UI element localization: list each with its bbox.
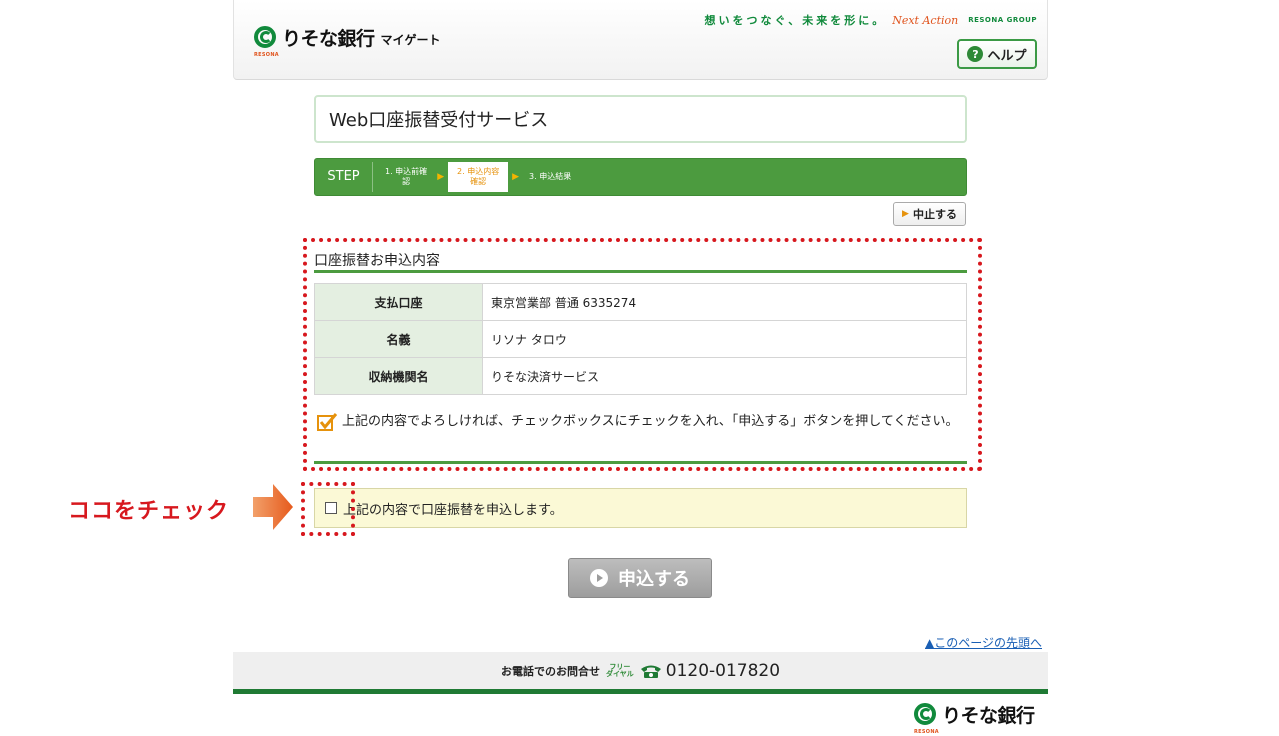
resona-logo-icon: RESONA (254, 25, 279, 58)
phone-number[interactable]: 0120-017820 (666, 661, 780, 681)
header-slogan: 想いをつなぐ、未来を形に。 Next Action RESONA GROUP (705, 12, 1037, 28)
table-row: 収納機関名 りそな決済サービス (314, 357, 967, 395)
row-label: 名義 (314, 320, 483, 358)
note-text: 上記の内容でよろしければ、チェックボックスにチェックを入れ、「申込する」ボタンを… (342, 414, 959, 429)
step-1: 1. 申込前確認 (385, 167, 428, 186)
submit-label: 申込する (618, 569, 690, 590)
step-indicator: STEP 1. 申込前確認 ▶ 2. 申込内容 確認 ▶ 3. 申込結果 (314, 158, 967, 196)
footer-logo-text: りそな銀行 (942, 705, 1035, 727)
resona-logo-icon: RESONA (914, 702, 939, 735)
table-row: 支払口座 東京営業部 普通 6335274 (314, 283, 967, 321)
logo-text: りそな銀行 (282, 28, 375, 50)
triangle-right-icon: ▶ (902, 209, 909, 219)
table-row: 名義 リソナ タロウ (314, 320, 967, 358)
free-dial-label: フリー ダイヤル (605, 663, 634, 678)
instruction-note: 上記の内容でよろしければ、チェックボックスにチェックを入れ、「申込する」ボタンを… (316, 412, 966, 434)
footer-divider (233, 689, 1048, 694)
agree-label[interactable]: 上記の内容で口座振替を申込します。 (343, 499, 563, 518)
row-value: リソナ タロウ (482, 320, 967, 358)
help-button[interactable]: ? ヘルプ (957, 39, 1037, 69)
step-arrow-icon: ▶ (437, 172, 445, 182)
section-divider (314, 270, 967, 273)
submit-button[interactable]: 申込する (568, 558, 712, 598)
step-2-active: 2. 申込内容 確認 (448, 162, 509, 192)
help-label: ヘルプ (987, 48, 1027, 64)
row-value: 東京営業部 普通 6335274 (482, 283, 967, 321)
step-label: STEP (315, 162, 373, 192)
highlight-box-checkbox (301, 482, 355, 536)
cancel-label: 中止する (912, 208, 957, 221)
page-title: Web口座振替受付サービス (314, 95, 967, 143)
agree-row[interactable]: 上記の内容で口座振替を申込します。 (314, 488, 967, 528)
section-title: 口座振替お申込内容 (314, 253, 440, 269)
slogan-en: Next Action (892, 13, 959, 27)
header-logo[interactable]: RESONA りそな銀行 マイゲート (254, 24, 441, 58)
back-to-top-link[interactable]: ▲このページの先頭へ (925, 634, 1042, 651)
cancel-button[interactable]: ▶ 中止する (893, 202, 966, 226)
slogan-group: RESONA GROUP (968, 16, 1037, 24)
section-divider-bottom (314, 461, 967, 464)
details-table: 支払口座 東京営業部 普通 6335274 名義 リソナ タロウ 収納機関名 り… (314, 283, 967, 395)
callout-text: ココをチェック (68, 499, 230, 524)
footer-contact: お電話でのお問合せ フリー ダイヤル 0120-017820 (233, 652, 1048, 690)
step-3: 3. 申込結果 (529, 172, 572, 181)
footer-contact-label: お電話でのお問合せ (500, 665, 600, 678)
footer-logo: RESONA りそな銀行 (914, 701, 1035, 735)
slogan-jp: 想いをつなぐ、未来を形に。 (704, 14, 887, 27)
step-arrow-icon: ▶ (512, 172, 520, 182)
checkmark-icon (317, 413, 338, 431)
arrow-right-icon (253, 484, 293, 530)
play-icon (590, 569, 608, 587)
site-header: RESONA りそな銀行 マイゲート 想いをつなぐ、未来を形に。 Next Ac… (233, 0, 1048, 80)
logo-subtitle: マイゲート (380, 33, 441, 47)
row-label: 支払口座 (314, 283, 483, 321)
row-value: りそな決済サービス (482, 357, 967, 395)
help-icon: ? (967, 46, 984, 62)
row-label: 収納機関名 (314, 357, 483, 395)
phone-icon (640, 665, 661, 678)
